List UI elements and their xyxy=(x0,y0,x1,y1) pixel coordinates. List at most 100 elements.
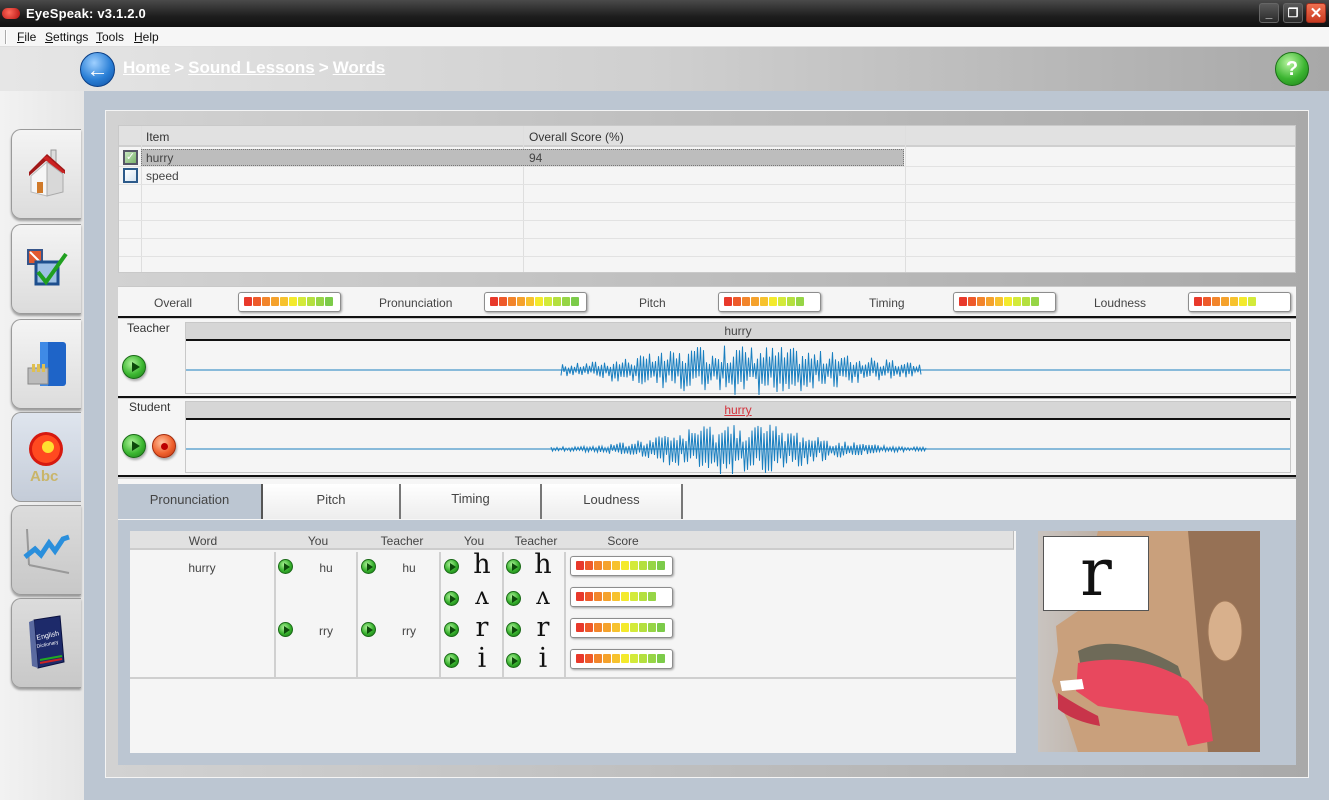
teacher-phoneme-play-button[interactable] xyxy=(506,591,521,606)
meter-segment xyxy=(648,561,656,570)
teacher-phoneme-play-button[interactable] xyxy=(506,622,521,637)
meter-segment xyxy=(571,297,579,306)
student-play-button[interactable] xyxy=(122,434,146,458)
row-checkbox[interactable]: ✓ xyxy=(123,150,138,165)
breadcrumb-words[interactable]: Words xyxy=(333,58,386,77)
sidebar-item-tests[interactable] xyxy=(11,224,81,314)
tab-pitch[interactable]: Pitch xyxy=(263,484,401,519)
menu-help[interactable]: Help xyxy=(134,30,159,44)
meter-segment xyxy=(585,623,593,632)
you-syllable-play-button[interactable] xyxy=(278,559,293,574)
you-phoneme-play-button[interactable] xyxy=(444,559,459,574)
meter-segment xyxy=(535,297,543,306)
close-button[interactable]: ✕ xyxy=(1306,3,1326,23)
meter-segment xyxy=(733,297,741,306)
meter-segment xyxy=(325,297,333,306)
table-row[interactable]: speed xyxy=(119,167,1295,185)
meter-segment xyxy=(1239,297,1247,306)
menu-tools-label: ools xyxy=(102,30,125,44)
sidebar-item-progress[interactable] xyxy=(11,505,81,595)
menu-bar: File Settings Tools Help xyxy=(0,27,1329,47)
title-bar: EyeSpeak: v3.1.2.0 _ ❐ ✕ xyxy=(0,0,1329,27)
teacher-play-button[interactable] xyxy=(122,355,146,379)
meter-segment xyxy=(576,561,584,570)
meter-segment xyxy=(621,561,629,570)
loudness-label: Loudness xyxy=(1094,296,1147,310)
column-header-teacher-phoneme: Teacher xyxy=(514,534,558,548)
teacher-syllable-play-button[interactable] xyxy=(361,559,376,574)
house-icon xyxy=(28,149,65,197)
breadcrumb-separator: > xyxy=(174,58,185,77)
row-checkbox[interactable] xyxy=(123,168,138,183)
maximize-button[interactable]: ❐ xyxy=(1283,3,1303,23)
you-phoneme-play-button[interactable] xyxy=(444,653,459,668)
column-header-item[interactable]: Item xyxy=(146,130,169,144)
teacher-label: Teacher xyxy=(127,321,170,335)
meter-segment xyxy=(1230,297,1238,306)
header-bar: ← Home > Sound Lessons > Words ? xyxy=(0,47,1329,91)
you-syllable: rry xyxy=(319,624,333,638)
menu-settings[interactable]: Settings xyxy=(45,30,88,44)
meter-segment xyxy=(603,623,611,632)
phoneme-score-meter xyxy=(570,618,673,638)
breadcrumb-home[interactable]: Home xyxy=(123,58,170,77)
pitch-meter xyxy=(718,292,821,312)
student-record-button[interactable] xyxy=(152,434,176,458)
teacher-waveform[interactable]: hurry xyxy=(185,322,1291,395)
minimize-button[interactable]: _ xyxy=(1259,3,1279,23)
meter-segment xyxy=(576,592,584,601)
meter-segment xyxy=(280,297,288,306)
you-phoneme-play-button[interactable] xyxy=(444,622,459,637)
tab-pronunciation[interactable]: Pronunciation xyxy=(118,484,263,519)
student-word-link[interactable]: hurry xyxy=(186,402,1290,420)
selection-highlight xyxy=(141,149,904,166)
loudness-meter xyxy=(1188,292,1291,312)
breadcrumb-sound-lessons[interactable]: Sound Lessons xyxy=(188,58,315,77)
help-button[interactable]: ? xyxy=(1275,52,1309,86)
student-waveform[interactable]: hurry xyxy=(185,401,1291,474)
articulation-image: r xyxy=(1038,531,1260,752)
column-divider xyxy=(274,552,276,678)
sidebar-item-dictionary[interactable]: English Dictionary xyxy=(11,598,81,688)
meter-segment xyxy=(1248,297,1256,306)
back-button[interactable]: ← xyxy=(80,52,115,87)
sidebar-item-home[interactable] xyxy=(11,129,81,219)
menu-tools[interactable]: Tools xyxy=(96,30,124,44)
you-phoneme: h xyxy=(473,549,491,580)
pronunciation-table-header: Word You Teacher You Teacher Score xyxy=(130,531,1014,550)
meter-segment xyxy=(490,297,498,306)
tab-timing[interactable]: Timing xyxy=(401,484,542,519)
sidebar-item-files[interactable] xyxy=(11,319,81,409)
meter-segment xyxy=(603,592,611,601)
teacher-phoneme-play-button[interactable] xyxy=(506,559,521,574)
meter-segment xyxy=(612,623,620,632)
you-syllable: hu xyxy=(319,561,333,575)
column-divider xyxy=(356,552,358,678)
meter-segment xyxy=(262,297,270,306)
meter-segment xyxy=(648,592,656,601)
column-header-overall-score[interactable]: Overall Score (%) xyxy=(529,130,624,144)
meter-segment xyxy=(612,654,620,663)
meter-segment xyxy=(977,297,985,306)
line-chart-icon xyxy=(22,528,70,574)
teacher-phoneme-play-button[interactable] xyxy=(506,653,521,668)
tab-loudness[interactable]: Loudness xyxy=(542,484,683,519)
meter-segment xyxy=(639,561,647,570)
menu-file[interactable]: File xyxy=(17,30,36,44)
meter-segment xyxy=(544,297,552,306)
meter-segment xyxy=(769,297,777,306)
sidebar-item-sound-lessons[interactable]: Abc xyxy=(11,412,81,502)
sidebar: Abc English Dictionary xyxy=(0,91,84,800)
teacher-syllable-play-button[interactable] xyxy=(361,622,376,637)
you-phoneme: i xyxy=(477,643,487,674)
table-row[interactable]: ✓ hurry 94 xyxy=(119,149,1295,167)
meter-segment xyxy=(1257,297,1265,306)
you-syllable-play-button[interactable] xyxy=(278,622,293,637)
meter-segment xyxy=(648,654,656,663)
meter-segment xyxy=(639,654,647,663)
sound-abc-icon: Abc xyxy=(28,432,63,485)
you-phoneme-play-button[interactable] xyxy=(444,591,459,606)
teacher-phoneme: h xyxy=(534,549,552,580)
meter-segment xyxy=(630,592,638,601)
item-name: hurry xyxy=(146,151,174,165)
